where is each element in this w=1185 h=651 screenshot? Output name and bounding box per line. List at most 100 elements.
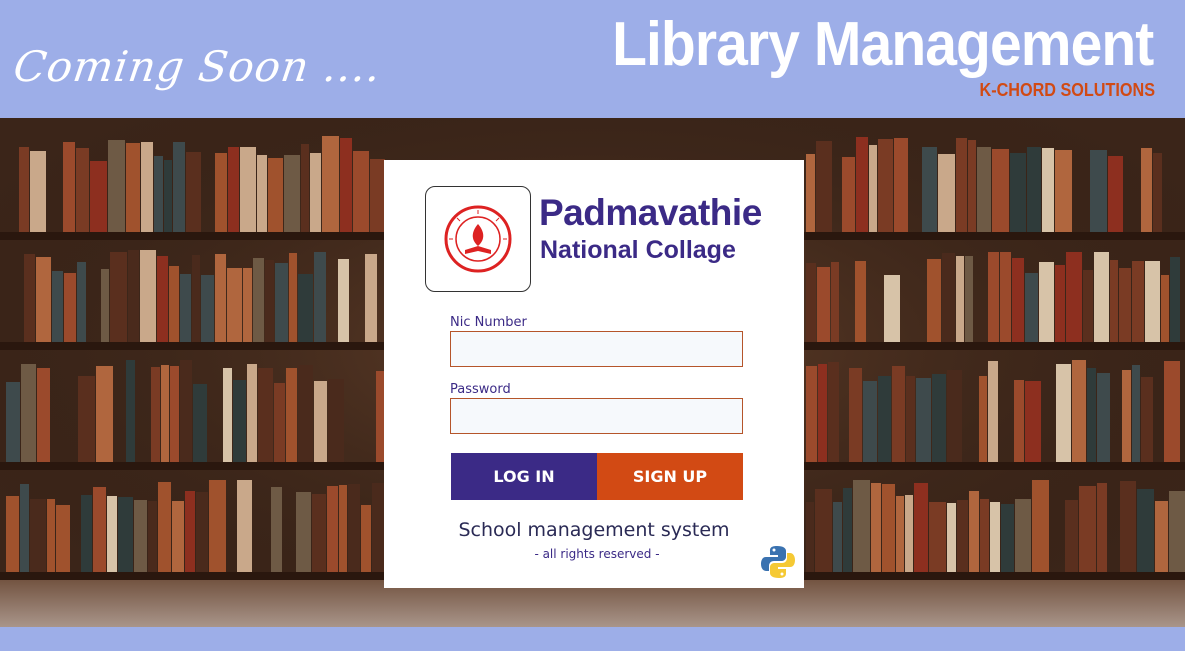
book-spine	[158, 482, 171, 572]
book-spine	[243, 268, 252, 342]
book-spine	[24, 254, 35, 342]
book-spine	[314, 381, 327, 462]
book-spine	[828, 362, 839, 462]
book-spine	[209, 480, 226, 572]
book-spine	[892, 366, 905, 462]
book-spine	[927, 259, 941, 342]
book-spine	[1000, 252, 1011, 342]
book-spine	[1014, 380, 1024, 462]
book-spine	[327, 486, 338, 572]
book-spine	[1097, 373, 1110, 462]
book-spine	[1137, 489, 1154, 572]
book-spine	[1032, 480, 1049, 572]
book-spine	[863, 381, 877, 462]
book-spine	[265, 260, 274, 342]
book-spine	[1164, 361, 1180, 462]
book-spine	[339, 485, 347, 572]
book-spine	[1087, 368, 1096, 462]
book-spine	[148, 501, 157, 572]
book-spine	[817, 267, 830, 342]
book-spine	[956, 256, 964, 342]
signup-button[interactable]: SIGN UP	[597, 453, 743, 500]
book-spine	[988, 361, 998, 462]
book-spine	[992, 149, 1009, 232]
book-spine	[140, 250, 156, 342]
nic-label: Nic Number	[450, 315, 527, 330]
book-spine	[110, 252, 127, 342]
book-spine	[271, 487, 282, 572]
book-spine	[286, 368, 297, 462]
book-spine	[806, 154, 815, 232]
book-spine	[328, 379, 344, 462]
book-spine	[107, 496, 117, 572]
book-spine	[63, 142, 75, 232]
book-spine	[806, 366, 817, 462]
book-spine	[878, 139, 893, 232]
book-spine	[37, 368, 50, 462]
coming-soon-text: Coming Soon ....	[10, 42, 385, 91]
book-spine	[164, 160, 172, 232]
password-input[interactable]	[450, 398, 743, 434]
book-spine	[1056, 364, 1071, 462]
nic-input[interactable]	[450, 331, 743, 367]
book-spine	[1170, 257, 1180, 342]
book-spine	[1120, 481, 1136, 572]
book-spine	[170, 366, 179, 462]
book-spine	[914, 483, 928, 572]
book-spine	[298, 365, 313, 462]
book-spine	[968, 140, 976, 232]
book-spine	[314, 252, 326, 342]
book-spine	[1025, 273, 1038, 342]
login-card: Padmavathie National Collage Nic Number …	[384, 160, 804, 588]
book-spine	[1065, 500, 1078, 572]
company-name: K-CHORD SOLUTIONS	[979, 80, 1156, 100]
book-spine	[905, 495, 913, 572]
book-spine	[990, 502, 1000, 572]
book-spine	[77, 262, 86, 342]
book-spine	[52, 271, 63, 342]
book-spine	[856, 137, 868, 232]
book-spine	[134, 500, 147, 572]
password-label: Password	[450, 382, 511, 397]
login-button[interactable]: LOG IN	[451, 453, 597, 500]
book-spine	[1079, 486, 1096, 572]
book-spine	[186, 152, 201, 232]
book-spine	[20, 484, 29, 572]
book-spine	[64, 273, 76, 342]
book-spine	[884, 275, 900, 342]
book-spine	[301, 144, 309, 232]
book-spine	[988, 252, 999, 342]
book-spine	[1161, 275, 1169, 342]
book-spine	[1132, 261, 1144, 342]
book-spine	[19, 147, 29, 232]
book-spine	[853, 480, 870, 572]
book-spine	[365, 254, 377, 342]
book-spine	[1012, 258, 1024, 342]
book-spine	[1119, 268, 1131, 342]
book-spine	[247, 364, 257, 462]
book-spine	[6, 496, 19, 572]
book-spine	[1072, 360, 1086, 462]
book-spine	[322, 136, 339, 232]
book-spine	[151, 367, 160, 462]
book-spine	[240, 147, 256, 232]
book-spine	[237, 480, 252, 572]
book-spine	[842, 157, 855, 232]
book-spine	[227, 268, 242, 342]
book-spine	[6, 382, 20, 462]
book-spine	[878, 376, 891, 462]
book-spine	[253, 258, 264, 342]
book-spine	[310, 153, 321, 232]
book-spine	[338, 259, 349, 342]
book-spine	[36, 257, 51, 342]
book-spine	[1153, 153, 1162, 232]
book-spine	[969, 491, 979, 572]
book-spine	[942, 253, 955, 342]
rights-text: - all rights reserved -	[534, 547, 660, 561]
book-spine	[980, 499, 989, 572]
book-spine	[192, 255, 200, 342]
book-spine	[929, 502, 946, 572]
college-name-line1: Padmavathie	[539, 192, 762, 233]
book-spine	[141, 142, 153, 232]
book-spine	[956, 138, 967, 232]
